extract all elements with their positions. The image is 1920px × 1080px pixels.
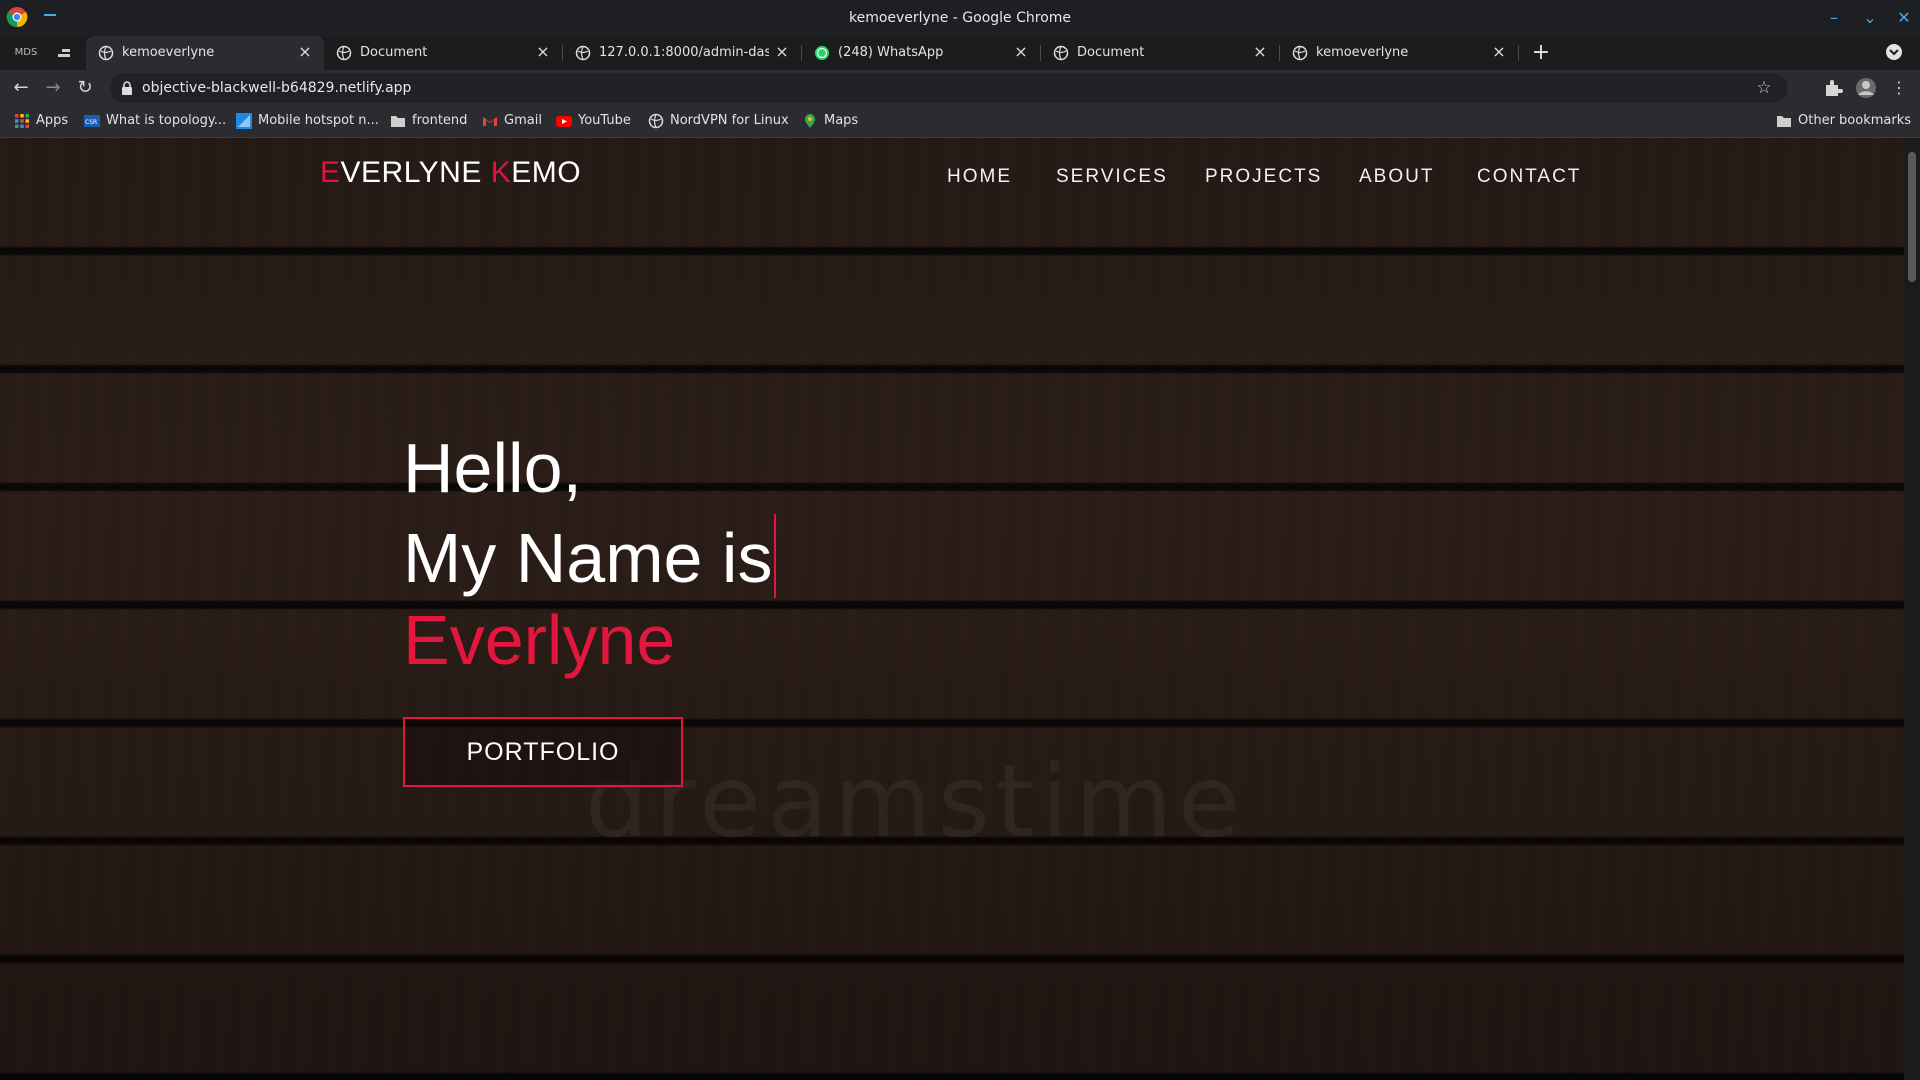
pinned-tab-mds[interactable]: MDS [10, 40, 42, 66]
csr-icon: CSR [84, 115, 100, 127]
logo-first-initial: E [320, 156, 341, 189]
nav-services[interactable]: SERVICES [1056, 166, 1168, 188]
tab-close-icon[interactable]: × [1251, 43, 1269, 61]
background-watermark: dreamstime [585, 743, 1246, 860]
logo-last-rest: EMO [511, 156, 582, 189]
tab-close-icon[interactable]: × [1490, 43, 1508, 61]
globe-icon [1053, 45, 1069, 61]
forward-arrow-icon[interactable]: → [42, 77, 64, 99]
logo-last-initial: K [490, 156, 512, 189]
new-tab-button[interactable]: + [1530, 40, 1552, 66]
nav-contact[interactable]: CONTACT [1477, 166, 1581, 188]
maps-pin-icon [805, 114, 815, 128]
bookmarks-bar: Apps CSR What is topology... Mobile hotsp… [0, 106, 1920, 138]
globe-icon [575, 45, 591, 61]
tab-admin-dashboard[interactable]: 127.0.0.1:8000/admin-dashbo × [563, 36, 801, 70]
menu-kebab-icon[interactable]: ⋮ [1888, 77, 1910, 99]
site-logo[interactable]: EVERLYNE KEMO [320, 156, 581, 190]
globe-icon [1292, 45, 1308, 61]
youtube-icon [556, 116, 572, 127]
minimize-window-button[interactable]: – [1822, 6, 1846, 30]
scrollbar-thumb[interactable] [1908, 152, 1916, 282]
tab-document[interactable]: Document × [324, 36, 562, 70]
hero-intro-text: My Name is [403, 519, 773, 597]
maximize-window-button[interactable]: ⌄ [1858, 6, 1882, 30]
tab-document-2[interactable]: Document × [1041, 36, 1279, 70]
pinned-tool-icon [58, 49, 70, 57]
tab-close-icon[interactable]: × [1012, 43, 1030, 61]
bookmark-topology[interactable]: CSR What is topology... [84, 113, 226, 131]
bookmark-nordvpn[interactable]: NordVPN for Linux [648, 113, 789, 131]
folder-icon [391, 116, 405, 127]
address-bar[interactable]: objective-blackwell-b64829.netlify.app ☆ [110, 73, 1788, 103]
hero-name: Everlyne [403, 601, 676, 679]
hero-greeting: Hello, [403, 429, 582, 507]
tab-close-icon[interactable]: × [534, 43, 552, 61]
extensions-puzzle-icon[interactable] [1822, 77, 1844, 99]
tab-title: 127.0.0.1:8000/admin-dashbo [599, 45, 769, 60]
bookmark-other[interactable]: Other bookmarks [1776, 113, 1911, 131]
bookmark-star-icon[interactable]: ☆ [1754, 78, 1774, 98]
globe-icon [336, 45, 352, 61]
bookmark-label: NordVPN for Linux [670, 113, 789, 128]
bookmark-label: Other bookmarks [1798, 113, 1912, 128]
bookmark-label: Mobile hotspot n... [258, 113, 379, 128]
bookmark-label: YouTube [578, 113, 631, 128]
bookmark-apps[interactable]: Apps [14, 113, 68, 131]
whatsapp-icon [815, 46, 829, 60]
bookmark-label: Apps [36, 113, 69, 128]
gmail-icon [483, 117, 497, 126]
tab-whatsapp[interactable]: (248) WhatsApp × [802, 36, 1040, 70]
nav-about[interactable]: ABOUT [1359, 166, 1434, 188]
tab-title: kemoeverlyne [1316, 45, 1409, 60]
tab-separator [1518, 45, 1519, 61]
pinned-tab-mds-label: MDS [14, 47, 38, 58]
bookmark-mobile-hotspot[interactable]: Mobile hotspot n... [236, 113, 379, 131]
bookmark-frontend-folder[interactable]: frontend [390, 113, 467, 131]
tab-title: kemoeverlyne [122, 45, 215, 60]
bookmark-label: What is topology... [106, 113, 227, 128]
pinned-tab-tool[interactable] [48, 40, 80, 66]
back-arrow-icon[interactable]: ← [10, 77, 32, 99]
logo-first-rest: VERLYNE [340, 156, 491, 189]
page-viewport: dreamstime EVERLYNE KEMO HOME SERVICES P… [0, 138, 1904, 1080]
bookmark-label: Gmail [504, 113, 542, 128]
nav-home[interactable]: HOME [947, 166, 1012, 188]
bookmark-label: frontend [412, 113, 468, 128]
browser-toolbar: ← → ↻ objective-blackwell-b64829.netlify… [0, 70, 1920, 106]
tab-title: (248) WhatsApp [838, 45, 944, 60]
close-window-button[interactable]: ✕ [1892, 6, 1916, 30]
tab-title: Document [1077, 45, 1145, 60]
profile-avatar-icon[interactable] [1855, 77, 1877, 99]
reload-icon[interactable]: ↻ [74, 77, 96, 99]
tab-title: Document [360, 45, 428, 60]
bookmark-youtube[interactable]: YouTube [556, 113, 631, 131]
tab-search-icon[interactable] [1884, 42, 1904, 62]
page-scrollbar[interactable] [1904, 138, 1920, 1080]
nav-projects[interactable]: PROJECTS [1205, 166, 1322, 188]
tab-close-icon[interactable]: × [773, 43, 791, 61]
folder-icon [1777, 116, 1791, 127]
apps-grid-icon [15, 114, 29, 128]
tab-kemoeverlyne-active[interactable]: kemoeverlyne × [86, 36, 324, 70]
portfolio-button[interactable]: PORTFOLIO [403, 717, 683, 787]
hotspot-icon [236, 113, 252, 129]
typing-cursor [774, 514, 777, 598]
svg-text:CSR: CSR [85, 119, 97, 126]
globe-icon [98, 45, 114, 61]
bookmark-maps[interactable]: Maps [802, 113, 858, 131]
lock-icon[interactable] [122, 81, 132, 95]
globe-icon [648, 113, 664, 129]
hero-intro-line: My Name is [403, 514, 777, 598]
tab-close-icon[interactable]: × [296, 43, 314, 61]
tab-strip: MDS kemoeverlyne × Document × 127.0.0.1:… [0, 36, 1920, 70]
window-titlebar: kemoeverlyne - Google Chrome – ⌄ ✕ [0, 0, 1920, 36]
bookmark-label: Maps [824, 113, 859, 128]
bookmark-gmail[interactable]: Gmail [482, 113, 542, 131]
url-text[interactable]: objective-blackwell-b64829.netlify.app [142, 80, 411, 96]
window-title: kemoeverlyne - Google Chrome [848, 10, 1072, 26]
tab-kemoeverlyne-2[interactable]: kemoeverlyne × [1280, 36, 1518, 70]
